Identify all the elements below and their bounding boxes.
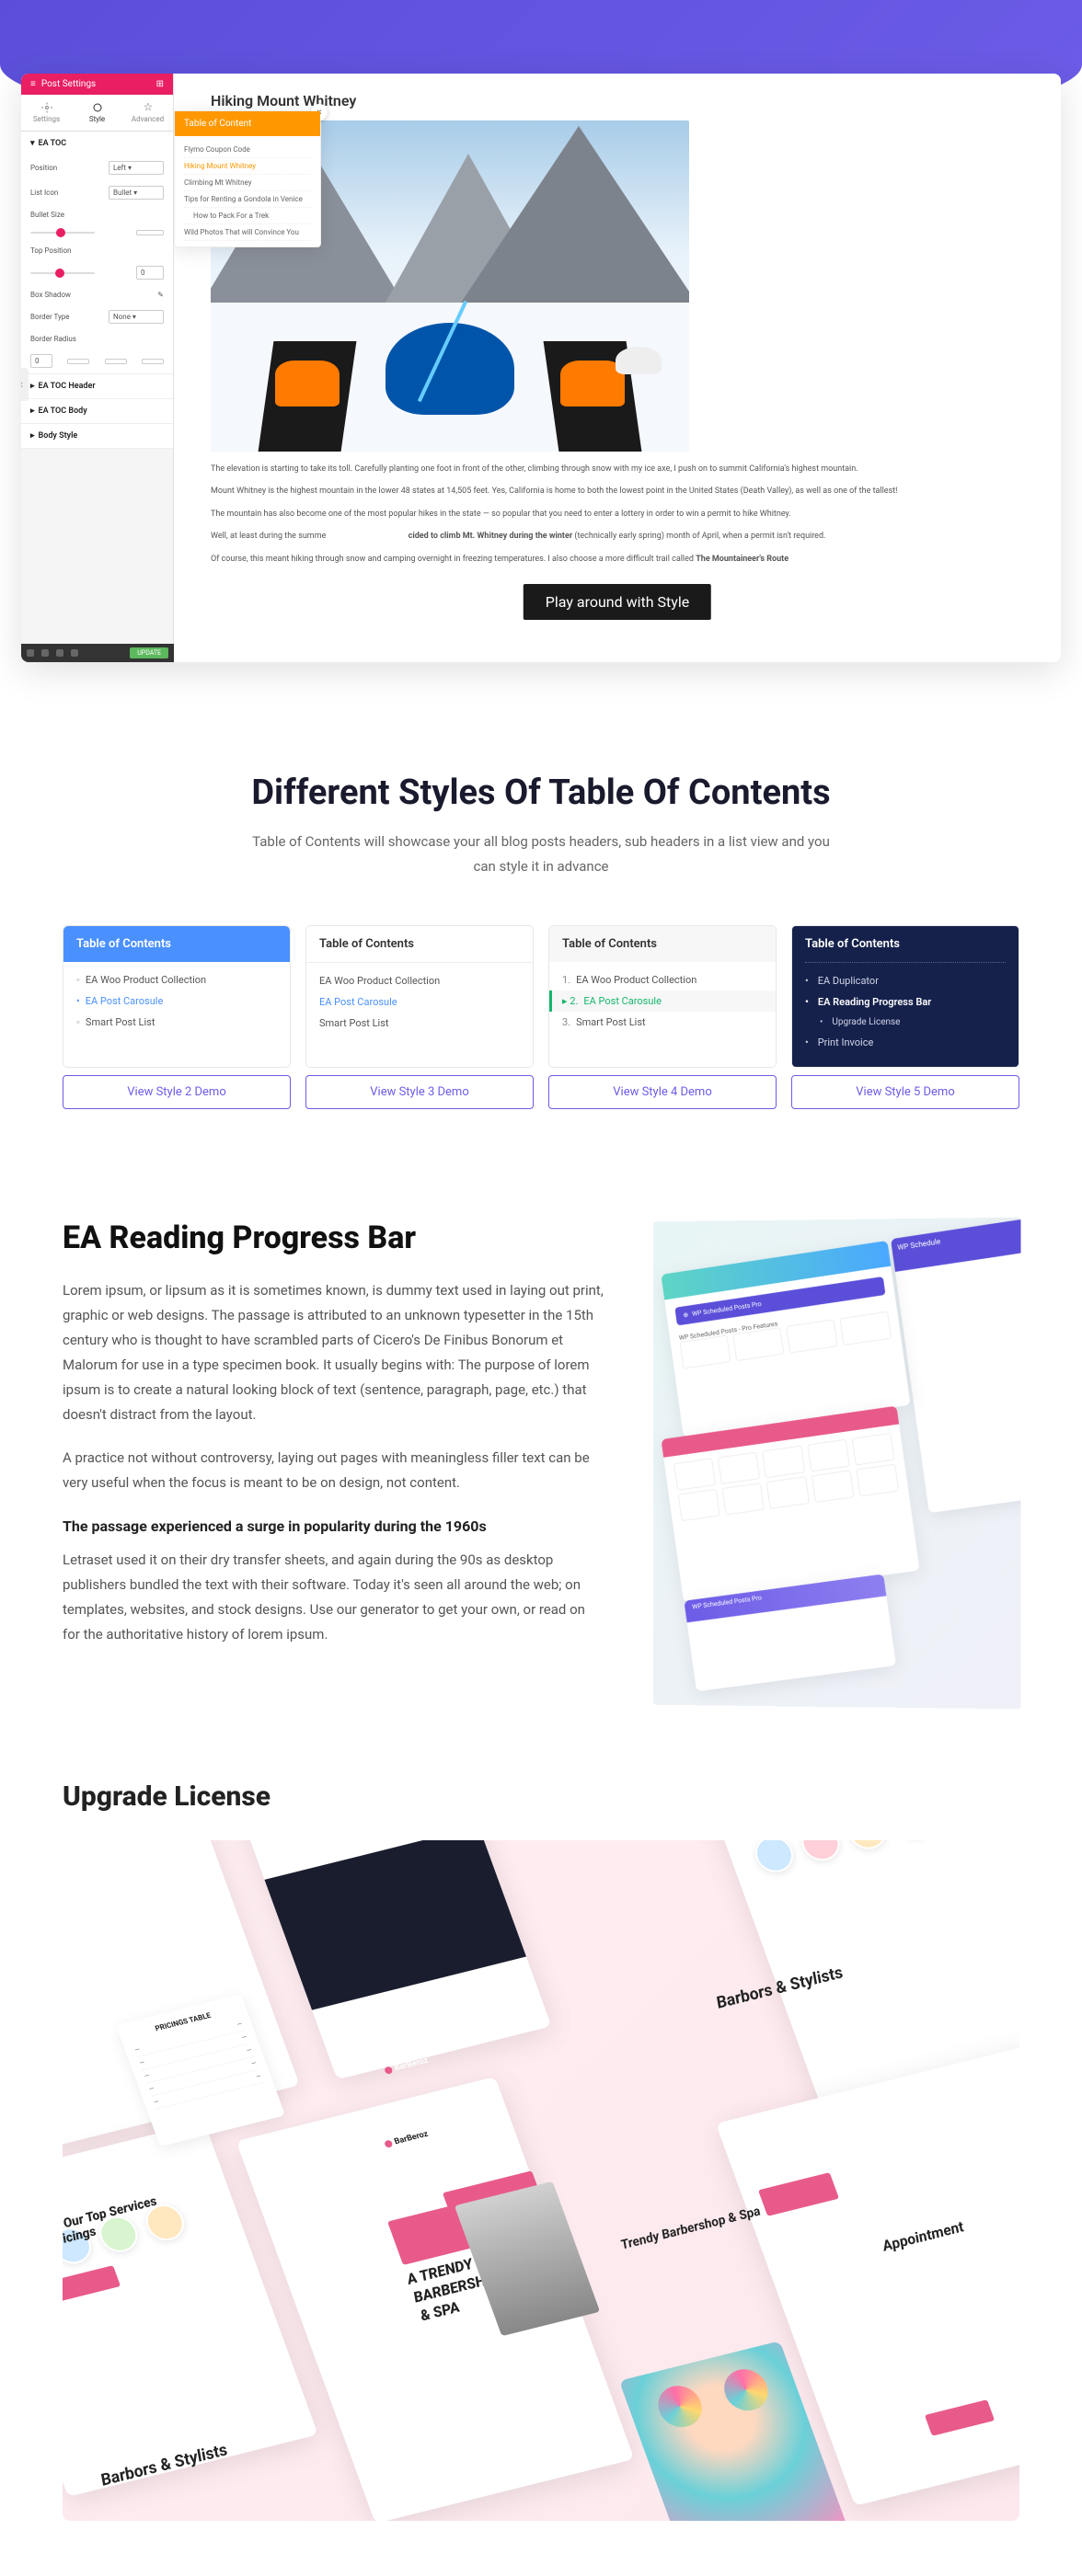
blog-paragraph: The elevation is starting to take its to… — [211, 463, 1024, 475]
upgrade-section: Upgrade License PRICINGS TABLE —— —— —— … — [35, 1780, 1047, 2576]
rp-subheading: The passage experienced a surge in popul… — [63, 1517, 605, 1535]
menu-icon[interactable]: ≡ — [30, 79, 36, 89]
toc-item[interactable]: EA Woo Product Collection — [319, 970, 520, 991]
border-type-select[interactable]: None ▾ — [109, 310, 164, 324]
rp-paragraph: Lorem ipsum, or lipsum as it is sometime… — [63, 1278, 605, 1427]
apps-icon[interactable]: ⊞ — [156, 79, 164, 89]
field-border-type: Border TypeNone ▾ — [21, 304, 173, 329]
blog-content: × Table of Content Flymo Coupon Code Hik… — [174, 74, 1061, 662]
toc-item[interactable]: EA Woo Product Collection — [76, 969, 277, 990]
tab-style[interactable]: Style — [72, 95, 122, 131]
accordion-body-style[interactable]: ▸Body Style — [21, 424, 173, 448]
toc-styles-section: Different Styles Of Table Of Contents Ta… — [35, 773, 1047, 1109]
toc-item[interactable]: EA Post Carosule — [549, 990, 776, 1012]
view-style-4-demo-button[interactable]: View Style 4 Demo — [548, 1075, 777, 1109]
toc-card-style4: Table of Contents EA Woo Product Collect… — [548, 925, 777, 1068]
blog-paragraph: Well, at least during the summe cided to… — [211, 530, 1024, 543]
toc-item[interactable]: EA Duplicator — [805, 970, 1006, 991]
rp-heading: EA Reading Progress Bar — [63, 1219, 605, 1256]
toc-item[interactable]: Smart Post List — [562, 1012, 763, 1033]
toc-card-title: Table of Contents — [306, 926, 533, 963]
accordion-ea-toc-header[interactable]: ▸EA TOC Header — [21, 374, 173, 398]
slider-prev-arrow[interactable]: ‹ — [21, 368, 29, 401]
tab-settings[interactable]: Settings — [21, 95, 72, 131]
section-heading: Different Styles Of Table Of Contents — [63, 773, 1019, 813]
field-list-icon: List IconBullet ▾ — [21, 180, 173, 205]
panel-bottom-bar: UPDATE — [21, 644, 174, 662]
upgrade-heading: Upgrade License — [63, 1780, 1019, 1813]
rp-paragraph: A practice not without controversy, layi… — [63, 1446, 605, 1495]
toc-item[interactable]: Wild Photos That will Convince You — [184, 224, 311, 241]
rp-illustration: WP Schedule ⊕ WP Scheduled Posts Pro WP … — [653, 1218, 1021, 1710]
toc-item[interactable]: Smart Post List — [319, 1013, 520, 1034]
field-border-radius: Border Radius — [21, 329, 173, 349]
toc-card-style5: Table of Contents EA Duplicator EA Readi… — [791, 925, 1019, 1068]
toc-item[interactable]: Smart Post List — [76, 1012, 277, 1033]
blog-title: Hiking Mount Whitney — [211, 92, 1024, 109]
top-position-value[interactable]: 0 — [136, 266, 164, 280]
toc-item[interactable]: EA Post Carosule — [319, 991, 520, 1013]
update-button[interactable]: UPDATE — [130, 647, 168, 658]
blog-paragraph: Mount Whitney is the highest mountain in… — [211, 485, 1024, 498]
upgrade-illustration: PRICINGS TABLE —— —— —— —— —— BarBeroz B… — [63, 1840, 1019, 2521]
toc-card-style3: Table of Contents EA Woo Product Collect… — [305, 925, 534, 1068]
toc-item[interactable]: Upgrade License — [805, 1013, 1006, 1032]
blog-paragraph: The mountain has also become one of the … — [211, 508, 1024, 521]
field-box-shadow: Box Shadow✎ — [21, 285, 173, 304]
toc-item[interactable]: Hiking Mount Whitney — [184, 158, 311, 175]
accordion-ea-toc[interactable]: ▾EA TOC — [21, 132, 173, 155]
preview-icon[interactable] — [71, 649, 78, 657]
toc-card-title: Table of Contents — [63, 926, 290, 962]
view-style-2-demo-button[interactable]: View Style 2 Demo — [63, 1075, 291, 1109]
toc-card-title: Table of Contents — [549, 926, 776, 962]
history-icon[interactable] — [41, 649, 49, 657]
toc-item[interactable]: EA Post Carosule — [76, 990, 277, 1012]
panel-header: ≡ Post Settings ⊞ — [21, 74, 173, 95]
field-top-position: Top Position — [21, 241, 173, 260]
reading-progress-section: EA Reading Progress Bar Lorem ipsum, or … — [35, 1219, 1047, 1707]
bullet-size-slider[interactable] — [30, 232, 95, 234]
toc-item[interactable]: EA Reading Progress Bar — [805, 991, 1006, 1013]
accordion-ea-toc-body[interactable]: ▸EA TOC Body — [21, 399, 173, 423]
floating-toc: × Table of Content Flymo Coupon Code Hik… — [174, 110, 321, 247]
play-style-button[interactable]: Play around with Style — [524, 584, 711, 620]
toc-item[interactable]: How to Pack For a Trek — [184, 208, 311, 224]
hero-screenshot-card: ‹ › ≡ Post Settings ⊞ Settings Style Adv… — [21, 74, 1061, 662]
toc-item[interactable]: Climbing Mt Whitney — [184, 175, 311, 191]
view-style-3-demo-button[interactable]: View Style 3 Demo — [305, 1075, 534, 1109]
tab-advanced[interactable]: Advanced — [122, 95, 173, 131]
position-select[interactable]: Left ▾ — [109, 161, 164, 175]
list-icon-select[interactable]: Bullet ▾ — [109, 186, 164, 200]
toc-card-title: Table of Contents — [805, 926, 1006, 963]
toc-item[interactable]: Flymo Coupon Code — [184, 142, 311, 158]
blog-paragraph: Of course, this meant hiking through sno… — [211, 553, 1024, 566]
bullet-size-value[interactable] — [136, 230, 164, 235]
toc-item[interactable]: Tips for Renting a Gondola in Venice — [184, 191, 311, 208]
view-style-5-demo-button[interactable]: View Style 5 Demo — [791, 1075, 1019, 1109]
field-position: PositionLeft ▾ — [21, 155, 173, 180]
section-subheading: Table of Contents will showcase your all… — [247, 830, 835, 879]
panel-tabs: Settings Style Advanced — [21, 95, 173, 132]
toc-item[interactable]: Print Invoice — [805, 1032, 1006, 1053]
toc-card-style2: Table of Contents EA Woo Product Collect… — [63, 925, 291, 1068]
panel-title: Post Settings — [41, 79, 96, 89]
rp-paragraph: Letraset used it on their dry transfer s… — [63, 1548, 605, 1647]
elementor-settings-panel: ≡ Post Settings ⊞ Settings Style Advance… — [21, 74, 174, 662]
toc-item[interactable]: EA Woo Product Collection — [562, 969, 763, 990]
settings-icon[interactable] — [27, 649, 34, 657]
responsive-icon[interactable] — [56, 649, 63, 657]
toc-floating-title: Table of Content — [175, 111, 320, 136]
edit-icon[interactable]: ✎ — [157, 291, 164, 299]
top-position-slider[interactable] — [30, 272, 95, 274]
field-bullet-size: Bullet Size — [21, 205, 173, 224]
